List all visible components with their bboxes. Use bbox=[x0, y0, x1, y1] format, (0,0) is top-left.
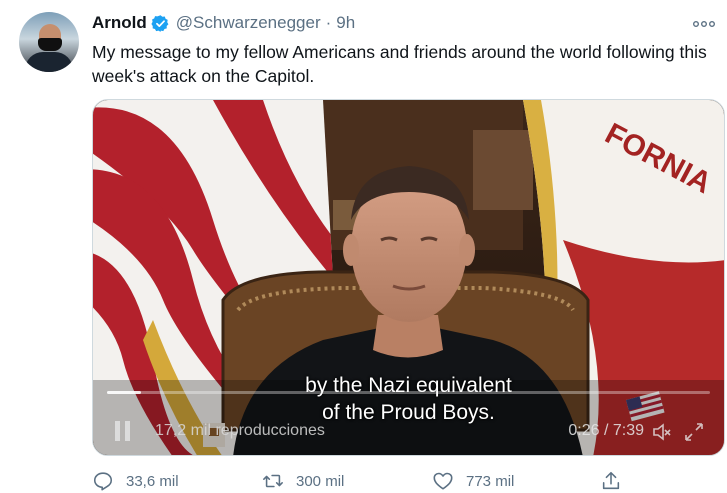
reply-button[interactable]: 33,6 mil bbox=[92, 470, 179, 492]
author-handle[interactable]: @Schwarzenegger bbox=[176, 13, 321, 33]
tweet: Arnold @Schwarzenegger · 9h My message t… bbox=[0, 0, 727, 493]
avatar-shirt bbox=[25, 52, 73, 72]
video-progress-bar[interactable] bbox=[107, 391, 710, 394]
retweet-count: 300 mil bbox=[296, 472, 345, 490]
pause-icon[interactable] bbox=[113, 420, 133, 442]
video-time: 0:26 / 7:39 bbox=[568, 422, 644, 439]
avatar-mask bbox=[38, 38, 62, 51]
author-name[interactable]: Arnold bbox=[92, 13, 147, 33]
tweet-text: My message to my fellow Americans and fr… bbox=[92, 42, 707, 86]
tweet-timestamp[interactable]: 9h bbox=[336, 13, 355, 33]
heart-icon bbox=[433, 472, 453, 490]
volume-icon[interactable] bbox=[652, 422, 672, 442]
reply-icon bbox=[93, 472, 113, 491]
share-button[interactable] bbox=[600, 470, 622, 492]
video-progress-fill bbox=[107, 391, 142, 394]
like-button[interactable]: 773 mil bbox=[432, 470, 514, 492]
tweet-header: Arnold @Schwarzenegger · 9h bbox=[92, 12, 355, 34]
more-icon[interactable] bbox=[693, 10, 716, 33]
video-subtitle: by the Nazi equivalent of the Proud Boys… bbox=[93, 372, 724, 426]
video-view-count: 17,2 mil reproducciones bbox=[155, 422, 325, 439]
like-count: 773 mil bbox=[466, 472, 515, 490]
tweet-actions: 33,6 mil 300 mil 773 mil bbox=[92, 470, 692, 492]
verified-badge-icon bbox=[151, 14, 169, 32]
video-player[interactable]: FORNIA by the Nazi equivalent of the Pro… bbox=[92, 99, 725, 456]
reply-count: 33,6 mil bbox=[126, 472, 179, 490]
retweet-icon bbox=[263, 474, 283, 488]
header-separator: · bbox=[325, 13, 332, 32]
fullscreen-icon[interactable] bbox=[684, 422, 704, 442]
subtitle-line-1: by the Nazi equivalent bbox=[305, 374, 512, 397]
retweet-button[interactable]: 300 mil bbox=[262, 470, 344, 492]
share-icon bbox=[602, 471, 620, 490]
avatar[interactable] bbox=[19, 12, 79, 72]
